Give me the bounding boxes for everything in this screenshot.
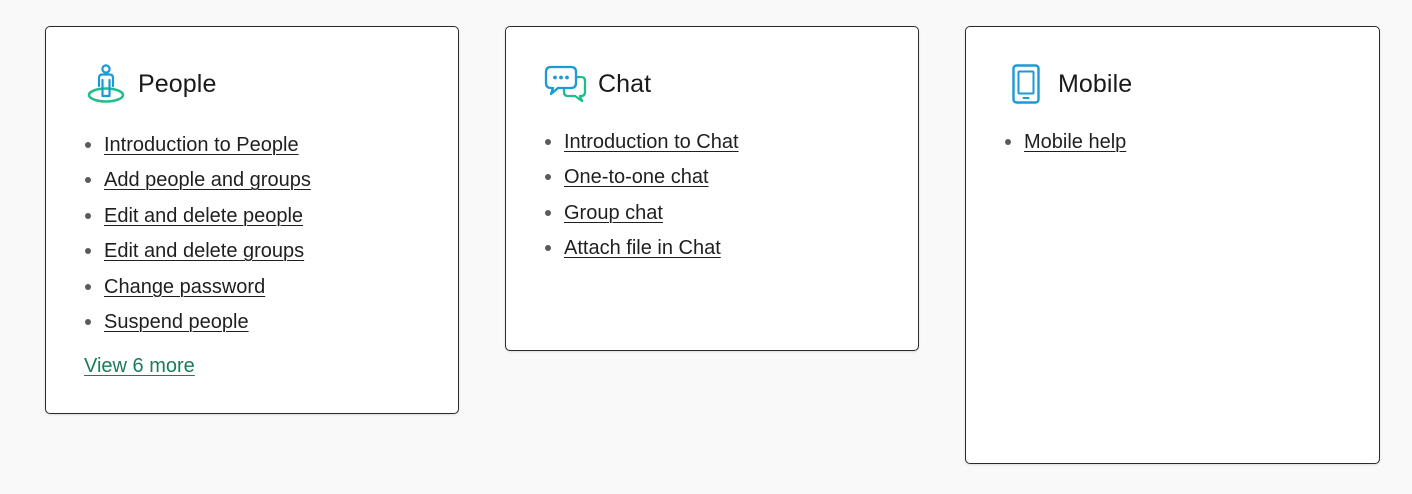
mobile-card: Mobile Mobile help (965, 26, 1380, 464)
chat-bubbles-icon (544, 63, 588, 105)
chat-card: Chat Introduction to Chat One-to-one cha… (505, 26, 919, 351)
list-item: Change password (84, 273, 311, 308)
link-one-to-one-chat[interactable]: One-to-one chat (564, 166, 709, 188)
list-item: Attach file in Chat (544, 234, 739, 269)
link-edit-and-delete-people[interactable]: Edit and delete people (104, 205, 303, 227)
link-add-people-and-groups[interactable]: Add people and groups (104, 169, 311, 191)
mobile-card-title: Mobile (1058, 69, 1133, 98)
view-more-link[interactable]: View 6 more (84, 355, 195, 378)
list-item: Introduction to People (84, 131, 311, 166)
mobile-link-list: Mobile help (1004, 128, 1126, 163)
people-card-title: People (138, 69, 217, 98)
link-edit-and-delete-groups[interactable]: Edit and delete groups (104, 240, 304, 262)
chat-card-title: Chat (598, 69, 652, 98)
link-introduction-to-people[interactable]: Introduction to People (104, 134, 299, 156)
people-link-list: Introduction to People Add people and gr… (84, 131, 311, 343)
link-mobile-help[interactable]: Mobile help (1024, 131, 1126, 153)
link-attach-file-in-chat[interactable]: Attach file in Chat (564, 237, 721, 259)
list-item: One-to-one chat (544, 163, 739, 198)
list-item: Group chat (544, 199, 739, 234)
people-card-header: People (84, 63, 216, 105)
list-item: Mobile help (1004, 128, 1126, 163)
link-change-password[interactable]: Change password (104, 276, 265, 298)
list-item: Edit and delete people (84, 202, 311, 237)
link-suspend-people[interactable]: Suspend people (104, 311, 249, 333)
chat-link-list: Introduction to Chat One-to-one chat Gro… (544, 128, 739, 270)
link-group-chat[interactable]: Group chat (564, 202, 663, 224)
list-item: Introduction to Chat (544, 128, 739, 163)
person-on-platform-icon (84, 63, 128, 105)
mobile-card-header: Mobile (1004, 63, 1132, 105)
link-introduction-to-chat[interactable]: Introduction to Chat (564, 131, 739, 153)
list-item: Edit and delete groups (84, 237, 311, 272)
mobile-phone-icon (1004, 63, 1048, 105)
list-item: Suspend people (84, 308, 311, 343)
list-item: Add people and groups (84, 166, 311, 201)
chat-card-header: Chat (544, 63, 651, 105)
people-card: People Introduction to People Add people… (45, 26, 459, 414)
